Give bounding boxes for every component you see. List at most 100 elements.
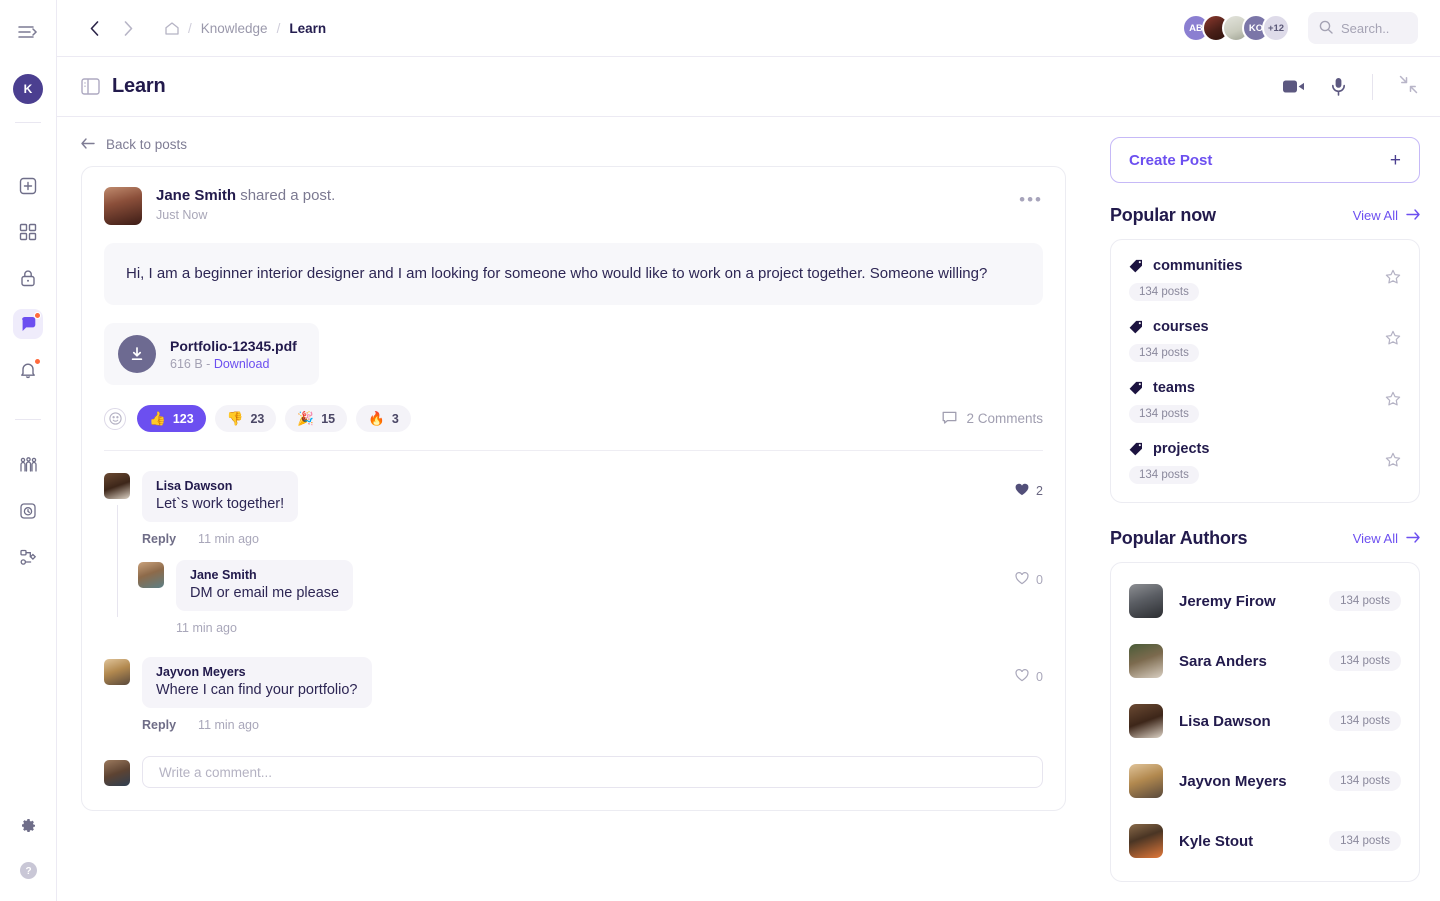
tag-item[interactable]: projects 134 posts <box>1129 429 1401 490</box>
post-attachment[interactable]: Portfolio-12345.pdf 616 B - Download <box>104 323 319 385</box>
avatar[interactable] <box>1129 584 1163 618</box>
comment-input[interactable] <box>142 756 1043 788</box>
comment-bubble: Lisa Dawson Let`s work together! <box>142 471 298 522</box>
reaction-row: 👍 123 👎 23 🎉 15 🔥 3 <box>104 405 1043 432</box>
author-row[interactable]: Jeremy Firow 134 posts <box>1129 571 1401 631</box>
comment-row: Jayvon Meyers Where I can find your port… <box>104 657 1043 708</box>
comment-threads: Lisa Dawson Let`s work together! 2 <box>104 451 1043 788</box>
author-name: Jayvon Meyers <box>1179 773 1287 790</box>
comment-reply-button[interactable]: Reply <box>142 532 176 546</box>
comment-avatar[interactable] <box>138 562 164 588</box>
avatar[interactable] <box>1129 704 1163 738</box>
sidebar-item-history[interactable] <box>13 496 43 526</box>
help-icon[interactable]: ? <box>13 855 43 885</box>
popular-now-view-all[interactable]: View All <box>1353 208 1420 223</box>
plus-icon: + <box>1390 151 1401 170</box>
comments-count-label: 2 Comments <box>966 411 1043 426</box>
app-root: K <box>0 0 1440 901</box>
star-outline-icon[interactable] <box>1385 330 1401 351</box>
tag-icon <box>1129 442 1143 456</box>
breadcrumb-separator-2: / <box>277 21 281 36</box>
author-row[interactable]: Sara Anders 134 posts <box>1129 631 1401 691</box>
back-to-posts-link[interactable]: Back to posts <box>81 137 1066 152</box>
collapse-icon[interactable] <box>1399 75 1418 99</box>
popular-authors-view-all[interactable]: View All <box>1353 531 1420 546</box>
avatar[interactable] <box>1129 644 1163 678</box>
avatar-overflow-count[interactable]: +12 <box>1262 14 1290 42</box>
panel-layout-icon[interactable] <box>81 78 100 95</box>
tag-item[interactable]: communities 134 posts <box>1129 246 1401 307</box>
tag-post-count: 134 posts <box>1129 344 1199 362</box>
more-options-icon[interactable]: ••• <box>1019 187 1043 208</box>
avatar-stack[interactable]: AB KO +12 <box>1182 14 1290 42</box>
nav-forward-icon[interactable] <box>115 15 141 41</box>
reaction-pill[interactable]: 👎 23 <box>215 405 277 432</box>
rail-user-avatar[interactable]: K <box>13 74 43 104</box>
sidebar-item-workflows[interactable] <box>13 542 43 572</box>
sidebar-item-messages[interactable] <box>13 309 43 339</box>
sidebar-item-notifications[interactable] <box>13 355 43 385</box>
sidebar-item-vault[interactable] <box>13 263 43 293</box>
author-row[interactable]: Jayvon Meyers 134 posts <box>1129 751 1401 811</box>
tag-icon <box>1129 320 1143 334</box>
comment-like-button[interactable]: 0 <box>1015 657 1043 685</box>
comment-avatar[interactable] <box>104 473 130 499</box>
author-post-count: 134 posts <box>1329 711 1401 731</box>
avatar[interactable] <box>1129 824 1163 858</box>
rail-icon-list <box>13 171 43 572</box>
sidebar-item-add[interactable] <box>13 171 43 201</box>
author-row[interactable]: Lisa Dawson 134 posts <box>1129 691 1401 751</box>
gear-icon[interactable] <box>13 811 43 841</box>
avatar[interactable] <box>1129 764 1163 798</box>
video-camera-icon[interactable] <box>1283 79 1305 94</box>
star-outline-icon[interactable] <box>1385 391 1401 412</box>
reaction-pill[interactable]: 👍 123 <box>137 405 206 432</box>
reaction-pill[interactable]: 🔥 3 <box>356 405 411 432</box>
author-post-count: 134 posts <box>1329 591 1401 611</box>
comment-like-button[interactable]: 0 <box>1015 560 1043 588</box>
breadcrumb-knowledge[interactable]: Knowledge <box>201 21 268 36</box>
post-author-avatar[interactable] <box>104 187 142 225</box>
page-header-actions <box>1283 74 1418 100</box>
author-name: Lisa Dawson <box>1179 713 1271 730</box>
sidebar-item-teams[interactable] <box>13 450 43 480</box>
popular-now-header: Popular now View All <box>1110 205 1420 226</box>
reaction-emoji: 🎉 <box>297 412 314 426</box>
author-row[interactable]: Kyle Stout 134 posts <box>1129 811 1401 871</box>
reaction-count: 123 <box>173 412 194 426</box>
tag-item[interactable]: courses 134 posts <box>1129 307 1401 368</box>
add-reaction-icon[interactable] <box>104 408 126 430</box>
comment-thread: Jayvon Meyers Where I can find your port… <box>104 657 1043 732</box>
sidebar-item-apps[interactable] <box>13 217 43 247</box>
tag-label: communities <box>1153 258 1242 274</box>
comment-avatar[interactable] <box>104 659 130 685</box>
nav-back-icon[interactable] <box>81 15 107 41</box>
heart-filled-icon <box>1015 483 1029 499</box>
tag-item[interactable]: teams 134 posts <box>1129 368 1401 429</box>
star-outline-icon[interactable] <box>1385 269 1401 290</box>
create-post-button[interactable]: Create Post + <box>1110 137 1420 183</box>
search-input[interactable]: Search.. <box>1308 12 1418 44</box>
comments-count-button[interactable]: 2 Comments <box>942 410 1043 428</box>
star-outline-icon[interactable] <box>1385 452 1401 473</box>
breadcrumb-separator-1: / <box>188 21 192 36</box>
current-user-avatar[interactable] <box>104 760 130 786</box>
comment-reply-button[interactable]: Reply <box>142 718 176 732</box>
comment-like-button[interactable]: 2 <box>1015 471 1043 499</box>
reaction-pill[interactable]: 🎉 15 <box>285 405 347 432</box>
attachment-download-link[interactable]: Download <box>214 357 270 371</box>
comment-time: 11 min ago <box>198 718 259 732</box>
comment-bubble: Jayvon Meyers Where I can find your port… <box>142 657 372 708</box>
reaction-emoji: 👎 <box>227 412 244 426</box>
tag-icon <box>1129 381 1143 395</box>
microphone-icon[interactable] <box>1331 77 1346 96</box>
post-author-line: Jane Smith shared a post. <box>156 187 335 204</box>
tag-info: courses 134 posts <box>1129 319 1385 362</box>
comment-thread: Lisa Dawson Let`s work together! 2 <box>104 471 1043 635</box>
view-all-label: View All <box>1353 531 1398 546</box>
breadcrumb-learn[interactable]: Learn <box>289 21 326 36</box>
menu-collapse-icon[interactable] <box>14 18 42 46</box>
attachment-size: 616 B <box>170 357 203 371</box>
home-icon[interactable] <box>165 22 179 35</box>
popular-authors-card: Jeremy Firow 134 posts Sara Anders 134 p… <box>1110 562 1420 882</box>
